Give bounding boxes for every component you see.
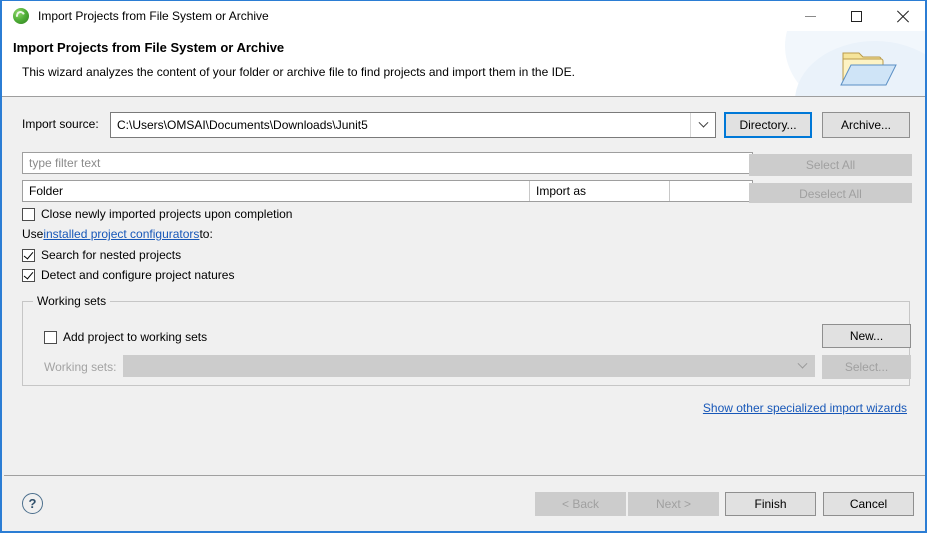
new-working-set-button[interactable]: New... xyxy=(822,324,911,348)
add-project-to-working-sets-checkbox[interactable] xyxy=(44,330,57,344)
eclipse-green-icon xyxy=(13,8,29,24)
select-working-set-button: Select... xyxy=(822,355,911,379)
help-icon[interactable]: ? xyxy=(22,493,43,514)
window-title: Import Projects from File System or Arch… xyxy=(38,9,269,23)
use-configurators-row: Use installed project configurators to: xyxy=(22,227,213,241)
maximize-button[interactable] xyxy=(833,1,879,31)
minimize-button[interactable] xyxy=(787,1,833,31)
column-header-folder[interactable]: Folder xyxy=(23,181,530,201)
search-nested-projects-checkbox-row[interactable]: Search for nested projects xyxy=(22,248,181,262)
import-source-label: Import source: xyxy=(22,117,99,131)
cancel-button[interactable]: Cancel xyxy=(823,492,914,516)
back-button: < Back xyxy=(535,492,626,516)
detect-project-natures-label: Detect and configure project natures xyxy=(41,268,235,282)
directory-button[interactable]: Directory... xyxy=(724,112,812,138)
next-button: Next > xyxy=(628,492,719,516)
installed-project-configurators-link[interactable]: installed project configurators xyxy=(43,227,199,241)
search-nested-projects-label: Search for nested projects xyxy=(41,248,182,262)
column-header-import-as[interactable]: Import as xyxy=(530,181,670,201)
filter-input[interactable]: type filter text xyxy=(22,152,753,174)
chevron-down-icon xyxy=(797,358,807,369)
working-sets-group: Working sets Add project to working sets… xyxy=(22,294,911,386)
page-title: Import Projects from File System or Arch… xyxy=(13,40,285,55)
close-imported-projects-checkbox-row[interactable]: Close newly imported projects upon compl… xyxy=(22,207,292,221)
minimize-icon xyxy=(804,15,816,17)
window-controls xyxy=(787,1,925,31)
add-project-to-working-sets-label: Add project to working sets xyxy=(63,330,208,344)
close-imported-projects-checkbox[interactable] xyxy=(22,207,35,221)
projects-table[interactable]: Folder Import as xyxy=(22,180,753,202)
import-wizard-window: Import Projects from File System or Arch… xyxy=(0,0,927,533)
maximize-icon xyxy=(850,10,862,22)
add-project-to-working-sets-row[interactable]: Add project to working sets xyxy=(44,330,207,344)
use-suffix-label: to: xyxy=(199,227,213,241)
column-header-extra[interactable] xyxy=(670,181,752,201)
close-imported-projects-label: Close newly imported projects upon compl… xyxy=(41,207,293,221)
import-source-combo[interactable]: C:\Users\OMSAI\Documents\Downloads\Junit… xyxy=(110,112,716,138)
use-prefix-label: Use xyxy=(22,227,44,241)
wizard-content: Import source: C:\Users\OMSAI\Documents\… xyxy=(14,98,913,470)
working-sets-combo xyxy=(123,355,815,377)
detect-project-natures-checkbox-row[interactable]: Detect and configure project natures xyxy=(22,268,234,282)
select-all-button[interactable]: Select All xyxy=(749,154,912,176)
import-source-value: C:\Users\OMSAI\Documents\Downloads\Junit… xyxy=(117,118,368,132)
filter-placeholder: type filter text xyxy=(29,156,101,170)
close-button[interactable] xyxy=(879,1,925,31)
finish-button[interactable]: Finish xyxy=(725,492,816,516)
archive-button[interactable]: Archive... xyxy=(822,112,910,138)
import-source-row: Import source: C:\Users\OMSAI\Documents\… xyxy=(14,112,913,138)
working-sets-dropdown-button xyxy=(792,356,812,376)
show-other-import-wizards-link[interactable]: Show other specialized import wizards xyxy=(703,401,907,415)
detect-project-natures-checkbox[interactable] xyxy=(22,268,35,282)
working-sets-label: Working sets: xyxy=(44,360,117,374)
deselect-all-button[interactable]: Deselect All xyxy=(749,183,912,205)
folder-open-icon xyxy=(840,52,897,86)
search-nested-projects-checkbox[interactable] xyxy=(22,248,35,262)
wizard-banner: Import Projects from File System or Arch… xyxy=(2,31,925,97)
chevron-down-icon xyxy=(698,117,708,128)
footer-separator xyxy=(4,475,925,476)
import-source-dropdown-button[interactable] xyxy=(690,113,715,137)
close-icon xyxy=(896,10,909,23)
title-bar: Import Projects from File System or Arch… xyxy=(2,1,925,31)
working-sets-group-title: Working sets xyxy=(33,294,111,308)
page-description: This wizard analyzes the content of your… xyxy=(22,65,575,79)
